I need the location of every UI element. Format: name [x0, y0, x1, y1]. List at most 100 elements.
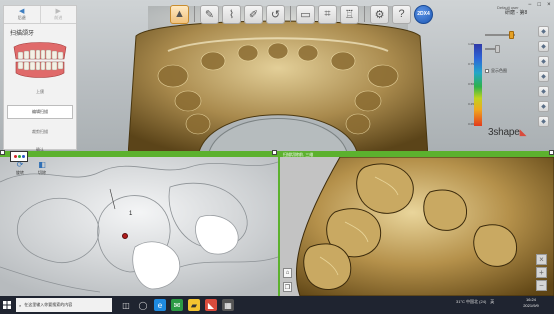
search-placeholder: 在这里输入你要搜索的内容	[24, 302, 73, 307]
green-dot-icon	[17, 155, 21, 158]
panel-title: 扫描颌牙	[10, 31, 35, 37]
tooth-icon[interactable]: ♖	[340, 4, 359, 24]
view-top-icon[interactable]: ◆	[538, 41, 549, 52]
next-button[interactable]: ▶ 前进	[39, 6, 77, 23]
close-button[interactable]: ×	[547, 2, 551, 8]
app-window: ▲ ✎ ⌇ ✐ ↺ ▭ ⌗ ♖ ⚙ ? 2DX4 Default user 研磨…	[0, 0, 554, 314]
slice-icon: ◧	[38, 160, 46, 169]
marker-number: 1	[129, 211, 133, 217]
arrow-right-icon: ▶	[55, 8, 61, 15]
toolbar-separator	[364, 6, 365, 22]
workflow-nav: ◀ 后退 ▶ 前进	[4, 6, 76, 24]
cortana-icon[interactable]: ◯	[137, 299, 149, 311]
divider-handle[interactable]	[549, 150, 554, 155]
marker-point[interactable]	[122, 233, 128, 239]
scale-label: 0.00	[468, 122, 474, 126]
rotate-icon: ⟳	[16, 160, 24, 169]
bottom-right-view-title: 扫描切除前, 三维	[283, 152, 314, 157]
brand-logo: 3shape◣	[488, 127, 527, 138]
lock-icon[interactable]: ⌂	[283, 268, 292, 278]
arrow-left-icon: ◀	[19, 8, 25, 15]
toolbar-separator	[290, 6, 291, 22]
pen-icon[interactable]: ✐	[244, 4, 263, 24]
checkbox-label: 显示色图	[491, 68, 507, 73]
toolbar-separator	[194, 6, 195, 22]
wechat-icon[interactable]: ✉	[171, 299, 183, 311]
divider-handle[interactable]	[272, 150, 277, 155]
scale-label: 0.25	[468, 102, 474, 106]
taskbar-apps: ◫ ◯ e ✉ ▰ ◣ ▦	[120, 299, 234, 311]
copy-icon[interactable]: ❐	[283, 282, 292, 292]
color-scale-bar	[474, 44, 482, 126]
rotate-tool-button[interactable]: ⟳ 旋转	[10, 160, 30, 182]
folder-icon[interactable]: ▰	[188, 299, 200, 311]
workflow-panel: ◀ 后退 ▶ 前进 扫描颌牙 上颌 编辑扫描 裁剪扫描 确认	[3, 5, 77, 152]
3shape-app-icon[interactable]: ◣	[205, 299, 217, 311]
edit-scan-button[interactable]: 编辑扫描	[7, 105, 73, 119]
rotate-label: 旋转	[16, 170, 24, 175]
start-button[interactable]	[0, 296, 14, 314]
screen-icon[interactable]: ▭	[296, 4, 315, 24]
red-dot-icon	[13, 155, 17, 158]
slice-tool-button[interactable]: ◧ 切除	[32, 160, 52, 182]
windows-logo-icon	[3, 301, 11, 309]
crop-icon[interactable]: ⌗	[318, 4, 337, 24]
logo-triangle-icon: ◣	[519, 127, 527, 137]
back-label: 后退	[17, 15, 26, 20]
distance-color-scale: 1.00 0.75 0.50 0.25 0.00	[466, 36, 486, 128]
clock-date: 2021/9/9	[523, 303, 539, 308]
zoom-in-icon[interactable]: +	[536, 267, 547, 278]
scale-label: 0.50	[468, 82, 474, 86]
main-toolbar: ▲ ✎ ⌇ ✐ ↺ ▭ ⌗ ♖ ⚙ ? 2DX4	[170, 4, 433, 24]
input-method[interactable]: 英	[490, 299, 494, 305]
system-tray: 31°C 中国北 (24) 英	[456, 299, 494, 305]
threshold-slider-knob[interactable]	[509, 31, 514, 39]
logo-text: 3shape	[488, 127, 520, 138]
window-controls: − □ ×	[528, 2, 551, 8]
scanner-badge-label: 2DX4	[417, 11, 430, 17]
thumbnail-caption: 上颌	[36, 89, 44, 94]
view-back-icon[interactable]: ◆	[538, 86, 549, 97]
checkbox-box[interactable]	[485, 69, 489, 73]
show-colormap-checkbox[interactable]: 显示色图	[485, 68, 507, 74]
back-button[interactable]: ◀ 后退	[4, 6, 40, 23]
bottom-left-tools: ⟳ 旋转 ◧ 切除	[10, 160, 52, 182]
task-view-icon[interactable]: ◫	[120, 299, 132, 311]
taskbar-search-box[interactable]: ⌕ 在这里输入你要搜索的内容	[16, 298, 112, 312]
settings-icon[interactable]: ⚙	[370, 4, 389, 24]
close-view-icon[interactable]: ×	[536, 254, 547, 265]
edit-icon[interactable]: ✎	[200, 4, 219, 24]
edge-icon[interactable]: e	[154, 299, 166, 311]
maximize-button[interactable]: □	[538, 2, 542, 8]
view-bottom-icon[interactable]: ◆	[538, 101, 549, 112]
scale-label: 1.00	[468, 42, 474, 46]
view-front-icon[interactable]: ◆	[538, 26, 549, 37]
bottom-right-viewport[interactable]	[280, 157, 554, 296]
scanner-badge-button[interactable]: 2DX4	[414, 4, 433, 24]
upper-jaw-model[interactable]	[128, 6, 428, 151]
opacity-slider-knob[interactable]	[495, 45, 500, 53]
trim-scan-option[interactable]: 裁剪扫描	[4, 129, 76, 135]
zoom-out-icon[interactable]: −	[536, 280, 547, 291]
user-line-2: 研磨 - 第8	[505, 10, 528, 16]
app-icon[interactable]: ▦	[222, 299, 234, 311]
slice-label: 切除	[38, 170, 46, 175]
view-right-icon[interactable]: ◆	[538, 71, 549, 82]
taskbar-clock[interactable]: 16:24 2021/9/9	[516, 297, 546, 309]
divider-handle[interactable]	[0, 150, 5, 155]
help-icon[interactable]: ?	[392, 4, 411, 24]
minimize-button[interactable]: −	[528, 2, 532, 8]
undo-icon[interactable]: ↺	[266, 4, 285, 24]
right-side-toolbar: ◆ ◆ ◆ ◆ ◆ ◆ ◆	[538, 26, 549, 127]
brush-icon[interactable]: ⌇	[222, 4, 241, 24]
zoom-controls: × + −	[536, 254, 547, 291]
view-reset-icon[interactable]: ◆	[538, 116, 549, 127]
next-label: 前进	[54, 15, 63, 20]
dentition-thumbnail[interactable]	[8, 39, 72, 81]
scale-label: 0.75	[468, 62, 474, 66]
weather-status[interactable]: 31°C 中国北 (24)	[456, 299, 486, 305]
lower-jaw-model[interactable]	[280, 157, 554, 296]
scan-icon[interactable]: ▲	[170, 4, 189, 24]
bottom-right-side-tools: ⌂ ❐	[283, 268, 292, 292]
view-left-icon[interactable]: ◆	[538, 56, 549, 67]
